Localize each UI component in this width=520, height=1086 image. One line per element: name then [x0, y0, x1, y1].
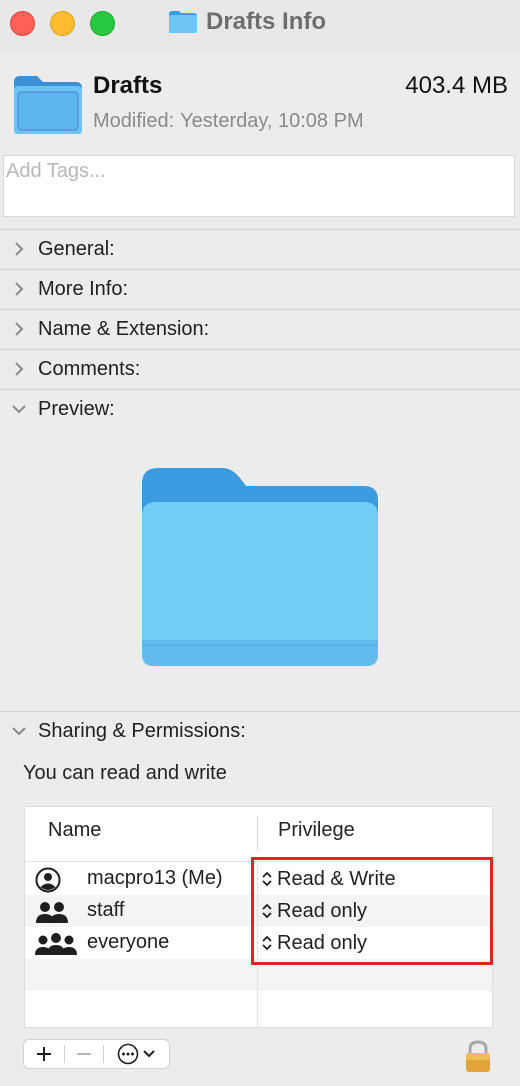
tags-input[interactable]: [4, 156, 514, 187]
group-icon: [36, 902, 68, 923]
file-size: 403.4 MB: [405, 72, 508, 99]
section-more-info[interactable]: More Info:: [0, 270, 520, 308]
privilege-select[interactable]: Read & Write: [261, 865, 396, 893]
chevron-right-icon: [15, 322, 24, 336]
remove-user-button[interactable]: [65, 1040, 103, 1068]
window-title-text: Drafts Info: [206, 8, 326, 35]
section-label: Name & Extension:: [38, 317, 210, 340]
file-name: Drafts: [93, 72, 163, 99]
up-down-chevron-icon: [262, 935, 272, 951]
table-row[interactable]: staff Read only: [25, 895, 492, 927]
chevron-down-icon: [12, 727, 26, 736]
everyone-icon: [35, 933, 77, 955]
chevron-down-icon: [142, 1050, 155, 1058]
modified-info: Modified: Yesterday, 10:08 PM: [93, 110, 364, 133]
up-down-chevron-icon: [262, 871, 272, 887]
user-name: staff: [87, 899, 125, 921]
minus-icon: [77, 1053, 91, 1055]
privilege-value: Read only: [277, 899, 368, 922]
privilege-value: Read & Write: [277, 867, 396, 890]
section-label: General:: [38, 237, 115, 260]
empty-row: [25, 991, 492, 1023]
action-menu-button[interactable]: [104, 1040, 168, 1068]
table-row[interactable]: everyone Read only: [25, 927, 492, 959]
modified-label: Modified:: [93, 110, 175, 132]
column-header-privilege[interactable]: Privilege: [278, 819, 355, 842]
column-divider: [257, 817, 258, 851]
chevron-right-icon: [15, 362, 24, 376]
column-divider: [257, 861, 258, 1027]
permission-note: You can read and write: [23, 762, 227, 784]
user-icon: [35, 867, 61, 893]
ellipsis-circle-icon: [117, 1043, 138, 1065]
modified-value: Yesterday, 10:08 PM: [180, 110, 364, 132]
empty-row: [25, 959, 492, 991]
tags-field-container: [3, 155, 515, 217]
minimize-button[interactable]: [50, 11, 75, 36]
section-label: Comments:: [38, 357, 141, 380]
column-header-name[interactable]: Name: [48, 819, 101, 842]
permissions-table: Name Privilege macpro13 (Me) Read & Writ…: [24, 806, 493, 1028]
privilege-value: Read only: [277, 931, 368, 954]
zoom-button[interactable]: [90, 11, 115, 36]
section-label: Preview:: [38, 397, 115, 420]
section-preview[interactable]: Preview:: [0, 390, 520, 428]
section-general[interactable]: General:: [0, 230, 520, 268]
lock-icon[interactable]: [464, 1039, 492, 1073]
up-down-chevron-icon: [262, 903, 272, 919]
folder-preview-icon: [142, 468, 378, 666]
section-sharing-permissions[interactable]: Sharing & Permissions:: [0, 712, 520, 750]
permission-controls: [23, 1039, 170, 1069]
close-button[interactable]: [10, 11, 35, 36]
window-title: Drafts Info: [168, 8, 326, 36]
table-row[interactable]: macpro13 (Me) Read & Write: [25, 863, 492, 895]
title-bar: Drafts Info: [0, 0, 520, 52]
folder-icon: [169, 11, 197, 33]
section-comments[interactable]: Comments:: [0, 350, 520, 388]
section-label: More Info:: [38, 277, 129, 300]
header-divider: [25, 861, 492, 862]
user-name: macpro13 (Me): [87, 867, 223, 889]
chevron-down-icon: [12, 405, 26, 414]
chevron-right-icon: [15, 282, 24, 296]
plus-icon: [37, 1047, 51, 1061]
chevron-right-icon: [15, 242, 24, 256]
add-user-button[interactable]: [24, 1040, 64, 1068]
section-name-extension[interactable]: Name & Extension:: [0, 310, 520, 348]
user-name: everyone: [87, 931, 170, 953]
privilege-select[interactable]: Read only: [261, 929, 367, 957]
privilege-select[interactable]: Read only: [261, 897, 367, 925]
folder-icon: [14, 76, 82, 134]
section-label: Sharing & Permissions:: [38, 719, 246, 742]
